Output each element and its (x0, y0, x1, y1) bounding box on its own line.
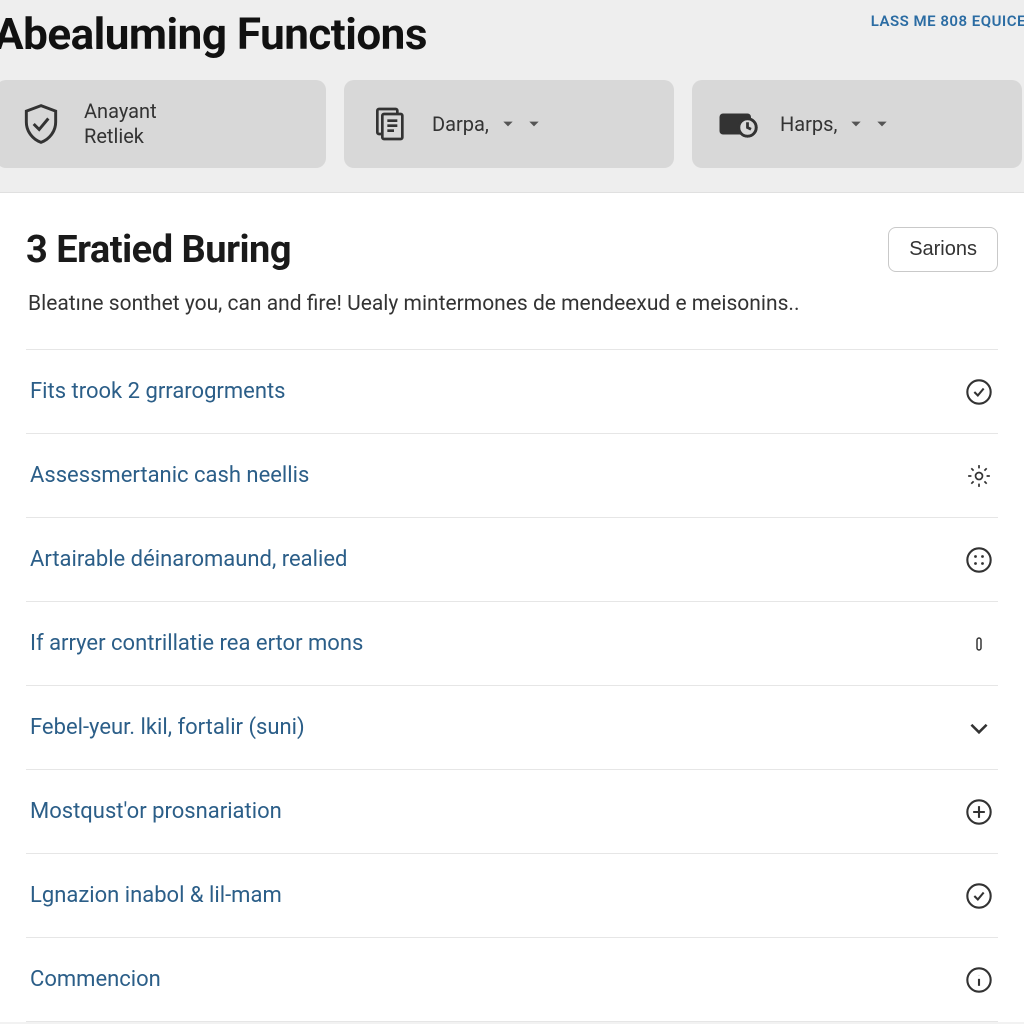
row-label: If arryer contrillatie rea ertor mons (30, 631, 363, 656)
pills-row: Anayant Retliek Darpa, (0, 80, 1024, 168)
pill-anayant[interactable]: Anayant Retliek (0, 80, 326, 168)
row-label: Assessmertanic cash neellis (30, 463, 309, 488)
caret-down-icon (875, 117, 889, 131)
row-label: Febel-yeur. lkil, fortalir (suni) (30, 715, 305, 740)
row-label: Commencion (30, 967, 161, 992)
card-clock-icon (714, 101, 760, 147)
list-item[interactable]: Febel-yeur. lkil, fortalir (suni) (26, 686, 998, 770)
caret-down-icon (849, 117, 863, 131)
page-title: Abealuming Functions (0, 8, 427, 60)
check-circle-icon (964, 881, 994, 911)
sarions-button[interactable]: Sarions (888, 227, 998, 272)
section-description: Bleatıne sonthet you, can and fire! Ueal… (26, 290, 998, 319)
row-label: Lgnazion inabol & lil-mam (30, 883, 282, 908)
pill-label-row: Darpa, (432, 112, 541, 136)
shield-check-icon (18, 101, 64, 147)
info-circle-icon (964, 965, 994, 995)
pill-label: Darpa, (432, 112, 489, 136)
header-region: Abealuming Functions LASS ME 808 EQUICE … (0, 0, 1024, 193)
chevron-down-icon (964, 713, 994, 743)
plus-circle-icon (964, 797, 994, 827)
pill-label-line1: Anayant (84, 99, 157, 124)
item-list: Fits trook 2 grrarogrments Assessmertani… (26, 349, 998, 1022)
list-item[interactable]: Assessmertanic cash neellis (26, 434, 998, 518)
list-item[interactable]: Artairable déinaromaund, realied (26, 518, 998, 602)
list-item[interactable]: If arryer contrillatie rea ertor mons (26, 602, 998, 686)
list-item[interactable]: Fits trook 2 grrarogrments (26, 350, 998, 434)
documents-icon (366, 101, 412, 147)
title-row: Abealuming Functions LASS ME 808 EQUICE (0, 0, 1024, 80)
pill-darpa[interactable]: Darpa, (344, 80, 674, 168)
list-item[interactable]: Lgnazion inabol & lil-mam (26, 854, 998, 938)
pill-icon (964, 629, 994, 659)
caret-down-icon (527, 117, 541, 131)
list-item[interactable]: Mostqust'or prosnariation (26, 770, 998, 854)
pill-label-line2: Retliek (84, 124, 157, 149)
row-label: Artairable déinaromaund, realied (30, 547, 347, 572)
check-circle-icon (964, 377, 994, 407)
gear-icon (964, 461, 994, 491)
pill-text: Anayant Retliek (84, 99, 157, 149)
section-head: 3 Eratied Buring Sarions (26, 227, 998, 272)
pill-label: Harps, (780, 112, 837, 136)
list-item[interactable]: Commencion (26, 938, 998, 1022)
caret-down-icon (501, 117, 515, 131)
pill-label-row: Harps, (780, 112, 889, 136)
pill-harps[interactable]: Harps, (692, 80, 1022, 168)
row-label: Fits trook 2 grrarogrments (30, 379, 286, 404)
content-region: 3 Eratied Buring Sarions Bleatıne sonthe… (0, 193, 1024, 1022)
row-label: Mostqust'or prosnariation (30, 799, 282, 824)
dots-circle-icon (964, 545, 994, 575)
section-title: 3 Eratied Buring (26, 228, 291, 272)
header-link[interactable]: LASS ME 808 EQUICE (871, 12, 1024, 30)
